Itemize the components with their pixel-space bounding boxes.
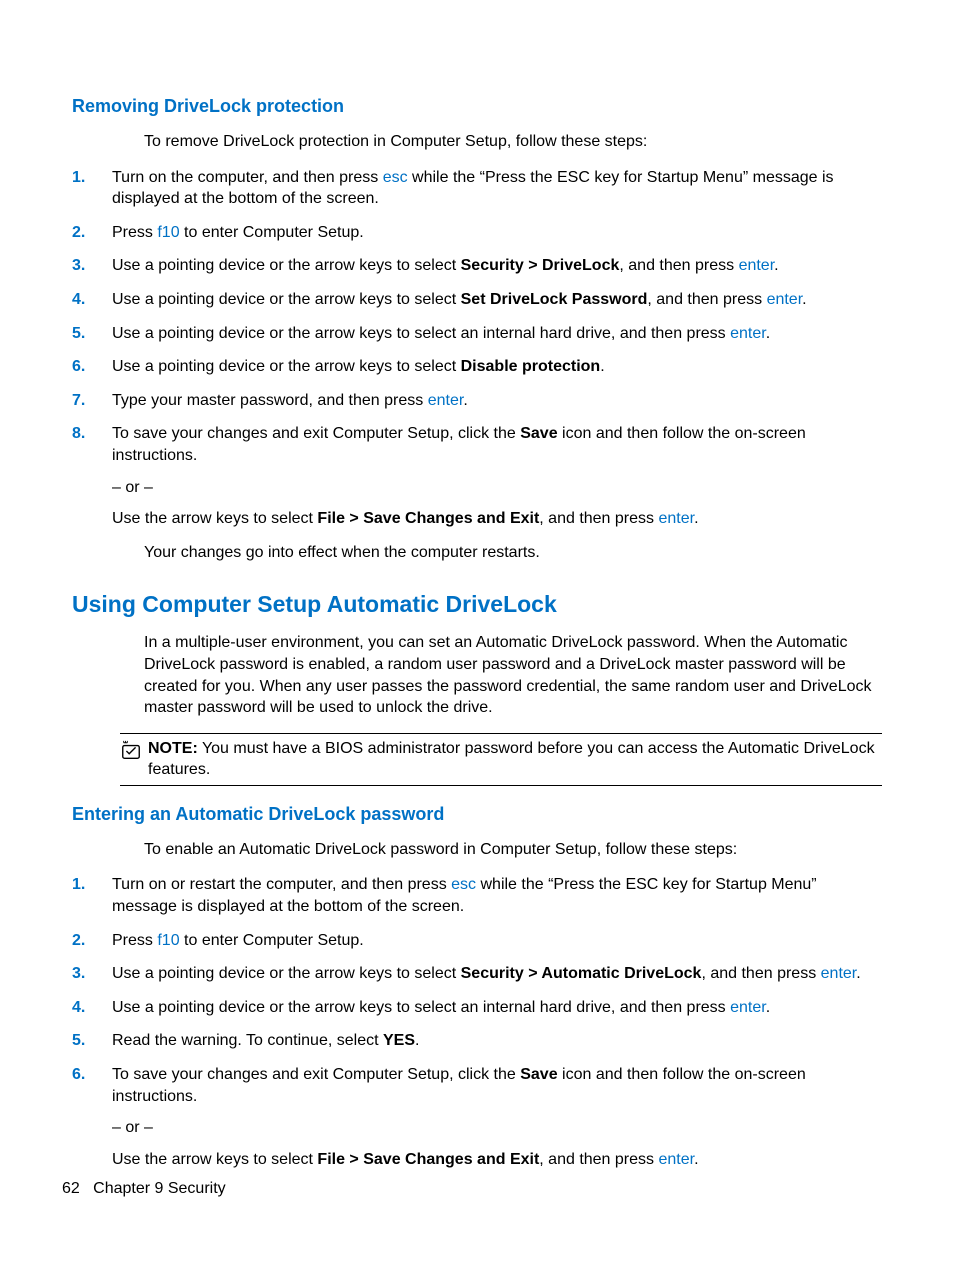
step-body: Press f10 to enter Computer Setup. xyxy=(112,930,882,952)
step-number: 7. xyxy=(72,390,112,412)
step-number: 3. xyxy=(72,963,112,985)
step-number: 5. xyxy=(72,1030,112,1052)
section3-intro: To enable an Automatic DriveLock passwor… xyxy=(144,839,882,861)
step-item: 3.Use a pointing device or the arrow key… xyxy=(72,255,882,277)
step-body: To save your changes and exit Computer S… xyxy=(112,423,882,529)
outro-text: Your changes go into effect when the com… xyxy=(144,542,882,564)
step-item: 6.To save your changes and exit Computer… xyxy=(72,1064,882,1170)
step-item: 4.Use a pointing device or the arrow key… xyxy=(72,997,882,1019)
step-item: 5.Use a pointing device or the arrow key… xyxy=(72,323,882,345)
step-number: 2. xyxy=(72,222,112,244)
step-number: 3. xyxy=(72,255,112,277)
step-number: 4. xyxy=(72,997,112,1019)
page-number: 62 xyxy=(62,1180,80,1197)
step-body: Turn on or restart the computer, and the… xyxy=(112,874,882,917)
step-body: Read the warning. To continue, select YE… xyxy=(112,1030,882,1052)
step-item: 5.Read the warning. To continue, select … xyxy=(72,1030,882,1052)
step-item: 6.Use a pointing device or the arrow key… xyxy=(72,356,882,378)
step-item: 1.Turn on the computer, and then press e… xyxy=(72,167,882,210)
step-number: 4. xyxy=(72,289,112,311)
step-body: Use a pointing device or the arrow keys … xyxy=(112,997,882,1019)
step-body: Use a pointing device or the arrow keys … xyxy=(112,356,882,378)
step-number: 1. xyxy=(72,167,112,189)
step-body: Press f10 to enter Computer Setup. xyxy=(112,222,882,244)
step-body: Use a pointing device or the arrow keys … xyxy=(112,323,882,345)
steps-list-1: 1.Turn on the computer, and then press e… xyxy=(72,167,882,530)
step-number: 8. xyxy=(72,423,112,445)
page-footer: 62 Chapter 9 Security xyxy=(62,1180,226,1198)
step-body: Type your master password, and then pres… xyxy=(112,390,882,412)
step-item: 1.Turn on or restart the computer, and t… xyxy=(72,874,882,917)
note-box: NOTE: You must have a BIOS administrator… xyxy=(120,733,882,786)
step-item: 2.Press f10 to enter Computer Setup. xyxy=(72,222,882,244)
step-number: 2. xyxy=(72,930,112,952)
step-item: 3.Use a pointing device or the arrow key… xyxy=(72,963,882,985)
step-item: 7.Type your master password, and then pr… xyxy=(72,390,882,412)
note-label: NOTE: xyxy=(148,740,198,757)
step-body: Use a pointing device or the arrow keys … xyxy=(112,963,882,985)
step-body: Use a pointing device or the arrow keys … xyxy=(112,289,882,311)
step-number: 6. xyxy=(72,356,112,378)
step-body: Use a pointing device or the arrow keys … xyxy=(112,255,882,277)
section2-para: In a multiple-user environment, you can … xyxy=(144,632,882,718)
step-item: 8.To save your changes and exit Computer… xyxy=(72,423,882,529)
heading-removing-drivelock: Removing DriveLock protection xyxy=(72,96,882,117)
note-body: You must have a BIOS administrator passw… xyxy=(148,740,875,779)
step-number: 5. xyxy=(72,323,112,345)
note-icon xyxy=(120,740,144,767)
heading-automatic-drivelock: Using Computer Setup Automatic DriveLock xyxy=(72,591,882,618)
note-text: NOTE: You must have a BIOS administrator… xyxy=(148,738,882,781)
step-item: 2.Press f10 to enter Computer Setup. xyxy=(72,930,882,952)
step-body: Turn on the computer, and then press esc… xyxy=(112,167,882,210)
chapter-label: Chapter 9 Security xyxy=(93,1180,226,1197)
step-number: 6. xyxy=(72,1064,112,1086)
heading-entering-auto-drivelock: Entering an Automatic DriveLock password xyxy=(72,804,882,825)
step-number: 1. xyxy=(72,874,112,896)
steps-list-3: 1.Turn on or restart the computer, and t… xyxy=(72,874,882,1170)
step-body: To save your changes and exit Computer S… xyxy=(112,1064,882,1170)
intro-text: To remove DriveLock protection in Comput… xyxy=(144,131,882,153)
step-item: 4.Use a pointing device or the arrow key… xyxy=(72,289,882,311)
